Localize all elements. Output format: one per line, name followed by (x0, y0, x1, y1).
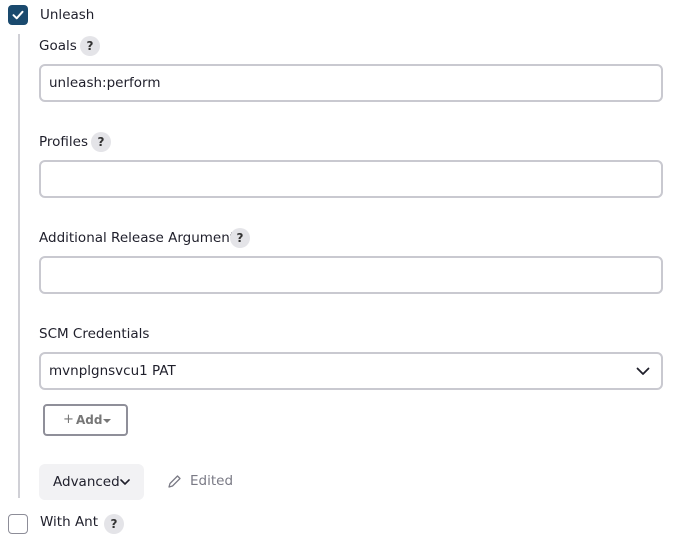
release-args-input[interactable] (39, 256, 663, 294)
with-ant-label: With Ant (40, 514, 99, 530)
caret-down-icon (103, 419, 111, 423)
goals-help-icon[interactable]: ? (80, 36, 100, 56)
add-credentials-button[interactable]: + Add (43, 404, 128, 436)
goals-label: Goals (39, 38, 77, 54)
scm-credentials-value: mvnplgnsvcu1 PAT (49, 363, 176, 379)
profiles-input[interactable] (39, 160, 663, 198)
chevron-down-icon (636, 367, 650, 375)
add-button-label: Add (76, 413, 103, 427)
chevron-down-icon (120, 479, 130, 485)
with-ant-help-icon[interactable]: ? (104, 514, 124, 534)
profiles-help-icon[interactable]: ? (91, 132, 111, 152)
edited-label: Edited (190, 473, 234, 489)
plus-icon: + (63, 412, 74, 427)
pencil-icon (168, 475, 181, 488)
release-args-help-icon[interactable]: ? (230, 228, 250, 248)
profiles-label: Profiles (39, 134, 89, 150)
with-ant-checkbox[interactable] (8, 514, 28, 534)
advanced-button[interactable]: Advanced (39, 464, 144, 500)
goals-input[interactable]: unleash:perform (39, 64, 663, 102)
unleash-label: Unleash (40, 7, 95, 23)
scm-credentials-label: SCM Credentials (39, 326, 150, 342)
checkmark-icon (12, 10, 24, 20)
advanced-label: Advanced (53, 474, 120, 490)
release-args-label: Additional Release Arguments (39, 230, 243, 246)
unleash-checkbox[interactable] (8, 5, 28, 25)
section-indent-line (18, 34, 20, 498)
scm-credentials-select[interactable]: mvnplgnsvcu1 PAT (39, 352, 663, 390)
